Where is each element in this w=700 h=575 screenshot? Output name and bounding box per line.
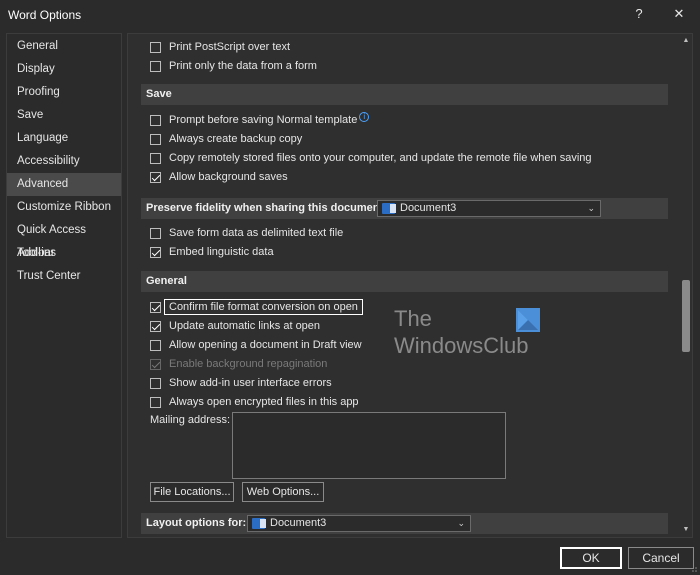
chevron-down-icon: ⌄ (457, 518, 465, 528)
sidebar-item-advanced[interactable]: Advanced (7, 173, 121, 196)
print-form-data-checkbox[interactable] (150, 60, 161, 72)
save-form-data-checkbox[interactable] (150, 227, 161, 239)
sidebar-item-customize-ribbon[interactable]: Customize Ribbon (7, 196, 121, 219)
draft-view-option[interactable]: Allow opening a document in Draft view (150, 336, 362, 354)
title-bar: Word Options ? ✕ (0, 0, 700, 28)
sidebar-item-add-ins[interactable]: Add-ins (7, 242, 121, 265)
addin-errors-label: Show add-in user interface errors (169, 377, 332, 389)
background-saves-option[interactable]: Allow background saves (150, 168, 288, 186)
addin-errors-checkbox[interactable] (150, 377, 161, 389)
sidebar-item-save[interactable]: Save (7, 104, 121, 127)
background-repagination-label: Enable background repagination (169, 358, 328, 370)
fidelity-document-dropdown[interactable]: Document3 ⌄ (377, 200, 601, 217)
resize-grip-icon[interactable] (688, 563, 698, 573)
ok-button[interactable]: OK (560, 547, 622, 569)
close-button[interactable]: ✕ (666, 3, 692, 25)
background-saves-checkbox[interactable] (150, 171, 161, 183)
print-form-data-label: Print only the data from a form (169, 60, 317, 72)
save-form-data-label: Save form data as delimited text file (169, 227, 344, 239)
mailing-address-label: Mailing address: (150, 414, 231, 426)
info-icon[interactable]: i (359, 112, 370, 122)
word-document-icon (252, 518, 266, 529)
backup-copy-checkbox[interactable] (150, 133, 161, 145)
addin-errors-option[interactable]: Show add-in user interface errors (150, 374, 332, 392)
confirm-conversion-checkbox[interactable] (150, 301, 161, 313)
copy-remote-files-label: Copy remotely stored files onto your com… (169, 152, 592, 164)
layout-options-section-header: Layout options for: Document3 ⌄ (141, 513, 668, 534)
scroll-thumb[interactable] (682, 280, 690, 352)
save-form-data-option[interactable]: Save form data as delimited text file (150, 224, 343, 242)
update-links-option[interactable]: Update automatic links at open (150, 317, 320, 335)
embed-linguistic-data-checkbox[interactable] (150, 246, 161, 258)
draft-view-checkbox[interactable] (150, 339, 161, 351)
encrypted-files-checkbox[interactable] (150, 396, 161, 408)
options-scroll-area: Print PostScript over text Print only th… (128, 34, 679, 537)
prompt-normal-template-option[interactable]: Prompt before saving Normal template i (150, 111, 370, 129)
print-form-data-option[interactable]: Print only the data from a form (150, 57, 317, 75)
encrypted-files-option[interactable]: Always open encrypted files in this app (150, 393, 359, 411)
background-repagination-checkbox (150, 358, 161, 370)
file-locations-button[interactable]: File Locations... (150, 482, 234, 502)
mailing-address-field[interactable] (232, 412, 506, 479)
backup-copy-option[interactable]: Always create backup copy (150, 130, 302, 148)
copy-remote-files-option[interactable]: Copy remotely stored files onto your com… (150, 149, 592, 167)
prompt-normal-template-checkbox[interactable] (150, 114, 161, 126)
scroll-up-arrow-icon[interactable]: ▲ (679, 34, 692, 48)
help-button[interactable]: ? (626, 3, 652, 25)
update-links-checkbox[interactable] (150, 320, 161, 332)
cancel-button[interactable]: Cancel (628, 547, 694, 569)
watermark-line2: WindowsClub (394, 333, 529, 358)
general-section-header: General (141, 271, 668, 292)
sidebar-item-accessibility[interactable]: Accessibility (7, 150, 121, 173)
embed-linguistic-data-option[interactable]: Embed linguistic data (150, 243, 274, 261)
save-section-header: Save (141, 84, 668, 105)
layout-document-name: Document3 (270, 517, 327, 529)
vertical-scrollbar[interactable]: ▲ ▼ (679, 34, 692, 537)
web-options-button[interactable]: Web Options... (242, 482, 324, 502)
confirm-conversion-option[interactable]: Confirm file format conversion on open (150, 298, 363, 316)
sidebar-item-general[interactable]: General (7, 35, 121, 58)
background-repagination-option: Enable background repagination (150, 355, 327, 373)
background-saves-label: Allow background saves (169, 171, 288, 183)
print-postscript-option[interactable]: Print PostScript over text (150, 38, 290, 56)
advanced-options-panel: Print PostScript over text Print only th… (127, 33, 693, 538)
watermark: The WindowsClub (394, 306, 554, 366)
update-links-label: Update automatic links at open (169, 320, 321, 332)
sidebar-item-quick-access-toolbar[interactable]: Quick Access Toolbar (7, 219, 121, 259)
watermark-line1: The (394, 306, 432, 331)
encrypted-files-label: Always open encrypted files in this app (169, 396, 359, 408)
windows-club-logo-icon (516, 308, 540, 332)
draft-view-label: Allow opening a document in Draft view (169, 339, 362, 351)
backup-copy-label: Always create backup copy (169, 133, 303, 145)
print-postscript-checkbox[interactable] (150, 41, 161, 53)
scroll-down-arrow-icon[interactable]: ▼ (679, 523, 692, 537)
embed-linguistic-data-label: Embed linguistic data (169, 246, 274, 258)
word-document-icon (382, 203, 396, 214)
print-postscript-label: Print PostScript over text (169, 41, 291, 53)
sidebar-item-proofing[interactable]: Proofing (7, 81, 121, 104)
copy-remote-files-checkbox[interactable] (150, 152, 161, 164)
sidebar: General Display Proofing Save Language A… (6, 33, 122, 538)
chevron-down-icon: ⌄ (587, 203, 595, 213)
layout-document-dropdown[interactable]: Document3 ⌄ (247, 515, 471, 532)
sidebar-item-display[interactable]: Display (7, 58, 121, 81)
fidelity-document-name: Document3 (400, 202, 457, 214)
fidelity-section-header: Preserve fidelity when sharing this docu… (141, 198, 668, 219)
sidebar-item-language[interactable]: Language (7, 127, 121, 150)
confirm-conversion-label: Confirm file format conversion on open (164, 299, 363, 315)
sidebar-item-trust-center[interactable]: Trust Center (7, 265, 121, 288)
prompt-normal-template-label: Prompt before saving Normal template (169, 114, 358, 126)
window-title: Word Options (8, 8, 82, 22)
